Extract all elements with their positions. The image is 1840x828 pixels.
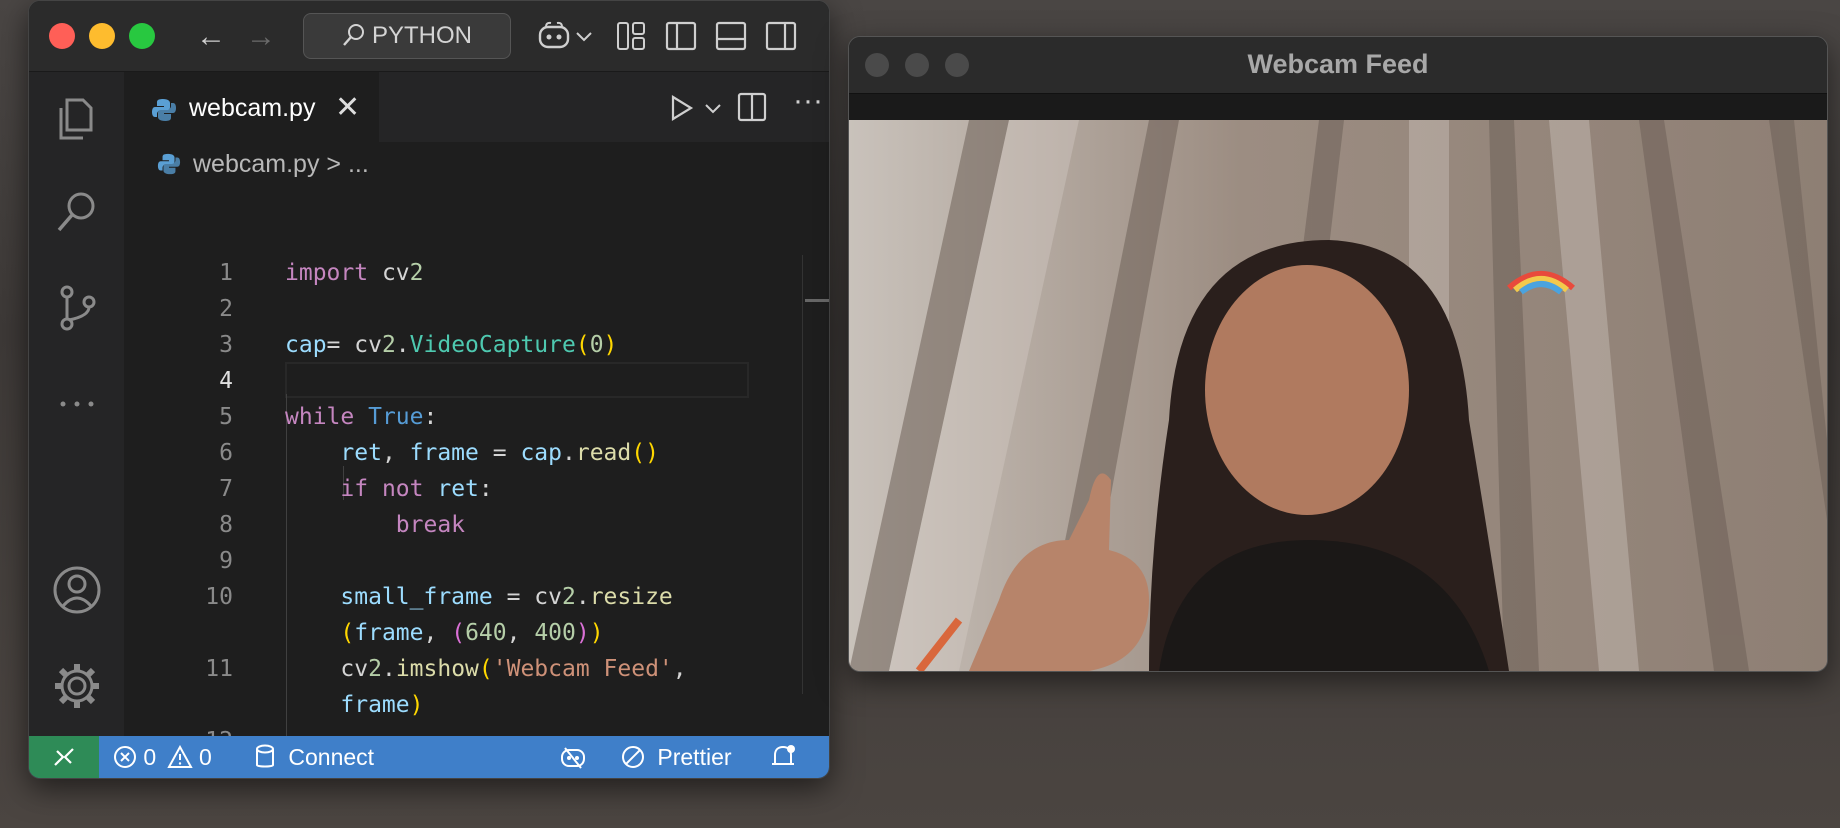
webcam-toolbar-strip <box>849 94 1827 120</box>
toggle-panel-icon[interactable] <box>714 19 748 53</box>
warning-icon <box>166 744 193 768</box>
database-icon <box>256 744 274 768</box>
code-line: (frame, (640, 400)) <box>340 620 604 646</box>
editor-scrollbar[interactable] <box>802 255 829 694</box>
code-line: while True: <box>285 404 438 430</box>
customize-layout-icon[interactable] <box>614 19 648 53</box>
editor-area: webcam.py ✕ ··· webcam.py > ... 1 2 3 4 … <box>125 72 829 778</box>
status-bar: 0 0 Connect Prettier <box>29 736 829 778</box>
back-arrow-icon[interactable]: ← <box>191 17 231 57</box>
code-editor[interactable]: 1 2 3 4 5 6 7 8 9 10 11 12 13 import cv2… <box>125 184 803 778</box>
run-icon[interactable] <box>665 92 697 124</box>
chevron-down-icon[interactable] <box>574 19 594 53</box>
prettier-button[interactable]: Prettier <box>621 744 732 771</box>
error-count: 0 <box>143 744 157 770</box>
line-number: 9 <box>219 548 233 574</box>
line-number: 7 <box>219 476 233 502</box>
prettier-label: Prettier <box>657 744 732 770</box>
breadcrumb: webcam.py > ... <box>157 150 369 179</box>
explorer-icon[interactable] <box>51 92 103 144</box>
scrollbar-thumb[interactable] <box>805 299 829 302</box>
forward-arrow-icon[interactable]: → <box>241 17 281 57</box>
more-icon[interactable] <box>51 378 103 430</box>
toggle-sidebar-icon[interactable] <box>664 19 698 53</box>
breadcrumb-file[interactable]: webcam.py <box>193 150 319 178</box>
python-file-icon <box>152 99 176 121</box>
line-number: 10 <box>205 584 233 610</box>
accounts-icon[interactable] <box>51 564 103 616</box>
code-line: ret, frame = cap.read() <box>340 440 659 466</box>
chevron-down-icon[interactable] <box>703 92 723 124</box>
line-number: 2 <box>219 296 233 322</box>
manage-gear-icon[interactable] <box>51 660 103 712</box>
remote-icon <box>54 748 74 766</box>
code-line: import cv2 <box>285 260 424 286</box>
command-center-label: PYTHON <box>371 22 472 49</box>
zoom-window-button[interactable] <box>129 23 155 49</box>
copilot-status-icon[interactable] <box>559 744 587 770</box>
search-icon <box>343 24 364 46</box>
toggle-secondary-sidebar-icon[interactable] <box>764 19 798 53</box>
code-line: frame) <box>340 692 424 718</box>
search-view-icon[interactable] <box>51 186 103 238</box>
line-number: 5 <box>219 404 233 430</box>
error-icon <box>114 746 136 768</box>
activity-bar <box>29 72 124 736</box>
minimize-window-button[interactable] <box>89 23 115 49</box>
notifications-icon[interactable] <box>769 744 797 770</box>
copilot-icon[interactable] <box>537 19 571 53</box>
close-icon[interactable]: ✕ <box>335 90 360 125</box>
close-window-button[interactable] <box>49 23 75 49</box>
webcam-window-title: Webcam Feed <box>1247 49 1429 79</box>
remote-indicator[interactable] <box>29 736 99 778</box>
more-actions-icon[interactable]: ··· <box>793 84 823 118</box>
connect-button[interactable]: Connect <box>254 744 374 771</box>
webcam-feed-image <box>849 120 1827 671</box>
code-line: cap= cv2.VideoCapture(0) <box>285 332 618 358</box>
code-line: small_frame = cv2.resize <box>340 584 673 610</box>
code-line: if not ret: <box>340 476 493 502</box>
line-number: 8 <box>219 512 233 538</box>
breadcrumb-separator: > <box>326 150 342 178</box>
line-number: 4 <box>219 368 233 394</box>
tab-label: webcam.py <box>189 94 316 122</box>
webcam-window: Webcam Feed <box>848 36 1828 672</box>
code-line: break <box>395 512 466 538</box>
line-number: 3 <box>219 332 233 358</box>
command-center[interactable]: PYTHON <box>303 13 511 59</box>
prettier-icon <box>622 746 644 768</box>
tab-webcam-py[interactable]: webcam.py ✕ <box>125 72 379 144</box>
line-number: 6 <box>219 440 233 466</box>
breadcrumb-more[interactable]: ... <box>348 150 369 178</box>
warning-count: 0 <box>198 744 212 770</box>
split-editor-icon[interactable] <box>735 90 769 124</box>
webcam-frame <box>849 120 1827 671</box>
code-line: cv2.imshow('Webcam Feed', <box>285 656 687 682</box>
connect-label: Connect <box>288 744 375 770</box>
vscode-window: ← → PYTHON webcam.py ✕ ··· webcam.py > .… <box>28 0 830 779</box>
title-bar: ← → PYTHON <box>29 1 829 72</box>
line-number: 1 <box>219 260 233 286</box>
tab-bar: webcam.py ✕ ··· <box>125 72 829 144</box>
source-control-icon[interactable] <box>51 282 103 334</box>
python-file-icon <box>157 153 181 175</box>
webcam-title-bar: Webcam Feed <box>849 37 1827 94</box>
current-line-highlight <box>285 362 749 398</box>
line-number: 11 <box>205 656 233 682</box>
problems-indicator[interactable]: 0 0 <box>113 744 212 771</box>
